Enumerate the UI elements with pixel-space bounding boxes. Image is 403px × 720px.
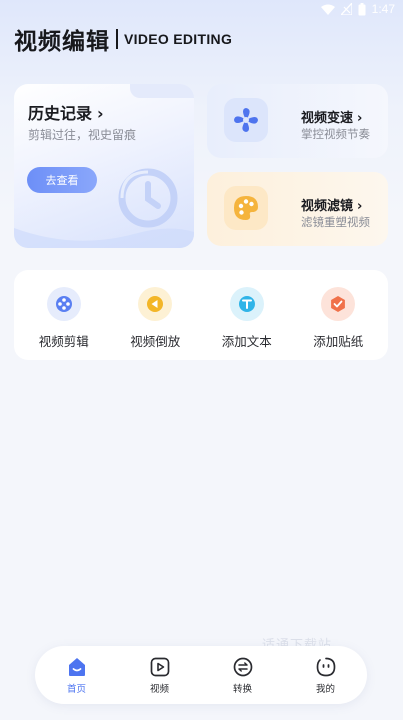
tool-label: 视频倒放: [130, 334, 181, 349]
card-wave-decoration: [14, 228, 194, 248]
page-subtitle: VIDEO EDITING: [124, 31, 233, 47]
palette-icon: [224, 186, 268, 230]
home-icon: [66, 656, 88, 678]
tool-label: 添加贴纸: [313, 334, 364, 349]
tool-video-edit[interactable]: 视频剪辑: [19, 270, 109, 360]
filter-card-subtitle: 滤镜重塑视频: [301, 215, 370, 229]
nav-convert[interactable]: 转换: [213, 656, 273, 695]
tool-add-text[interactable]: 添加文本: [202, 270, 292, 360]
history-title: 历史记录 ›: [28, 104, 104, 123]
convert-icon: [232, 656, 254, 678]
history-card[interactable]: 历史记录 › 剪辑过往，视史留痕 去查看: [14, 84, 194, 248]
filter-card[interactable]: 视频滤镜 › 滤镜重塑视频: [207, 172, 388, 246]
nav-video[interactable]: 视频: [130, 656, 190, 695]
tools-panel: 视频剪辑 视频倒放 添加文本 添加贴纸: [14, 270, 388, 360]
page-title: 视频编辑: [14, 29, 110, 55]
bottom-nav: 首页 视频 转换 我的: [35, 646, 367, 704]
chevron-right-icon: ›: [357, 199, 363, 214]
page-header: 视频编辑 VIDEO EDITING: [14, 24, 233, 55]
nav-label: 视频: [149, 683, 169, 695]
speed-card-title: 视频变速 ›: [301, 111, 363, 126]
no-signal-icon: [340, 3, 352, 15]
nav-profile[interactable]: 我的: [296, 656, 356, 695]
status-bar: 1:47: [243, 0, 403, 18]
wifi-icon: [320, 4, 335, 15]
filter-card-title: 视频滤镜 ›: [301, 199, 363, 214]
title-divider: [116, 29, 118, 49]
chevron-right-icon: ›: [357, 111, 363, 126]
card-tab-notch: [130, 84, 194, 98]
film-reel-icon: [46, 287, 81, 321]
fan-icon: [224, 98, 268, 142]
video-icon: [149, 656, 171, 678]
battery-icon: [358, 2, 366, 16]
tool-label: 视频剪辑: [38, 334, 89, 349]
nav-home[interactable]: 首页: [47, 656, 107, 695]
chevron-right-icon: ›: [97, 104, 104, 123]
speed-card[interactable]: 视频变速 › 掌控视频节奏: [207, 84, 388, 158]
sticker-icon: [321, 287, 356, 321]
nav-label: 首页: [66, 683, 86, 695]
history-subtitle: 剪辑过往，视史留痕: [28, 128, 137, 142]
speed-card-subtitle: 掌控视频节奏: [301, 127, 370, 141]
tool-add-sticker[interactable]: 添加贴纸: [293, 270, 383, 360]
nav-label: 我的: [315, 683, 335, 695]
tool-label: 添加文本: [221, 334, 272, 349]
tool-video-reverse[interactable]: 视频倒放: [110, 270, 200, 360]
rewind-icon: [138, 287, 173, 321]
profile-icon: [315, 656, 337, 678]
status-time: 1:47: [371, 2, 395, 16]
nav-label: 转换: [232, 683, 252, 695]
text-icon: [229, 287, 264, 321]
view-history-button[interactable]: 去查看: [27, 167, 97, 193]
